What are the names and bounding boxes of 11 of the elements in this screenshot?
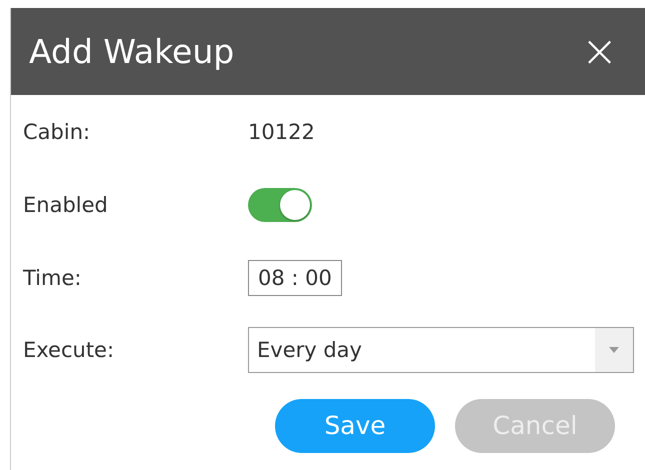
field-label: Execute: — [23, 338, 116, 362]
dropdown-field[interactable]: Every day — [248, 327, 634, 374]
time-field[interactable]: 08 : 00 — [248, 260, 342, 296]
close-button[interactable]: × — [581, 30, 618, 74]
dialog-title: Add Wakeup — [29, 32, 234, 71]
toggle-switch[interactable] — [248, 188, 312, 222]
field-label: Enabled — [23, 193, 109, 218]
dropdown-arrow-icon — [609, 347, 619, 354]
field-value: 10122 — [248, 120, 315, 144]
field-label: Time: — [23, 266, 82, 290]
field-label: Cabin: — [23, 120, 92, 144]
